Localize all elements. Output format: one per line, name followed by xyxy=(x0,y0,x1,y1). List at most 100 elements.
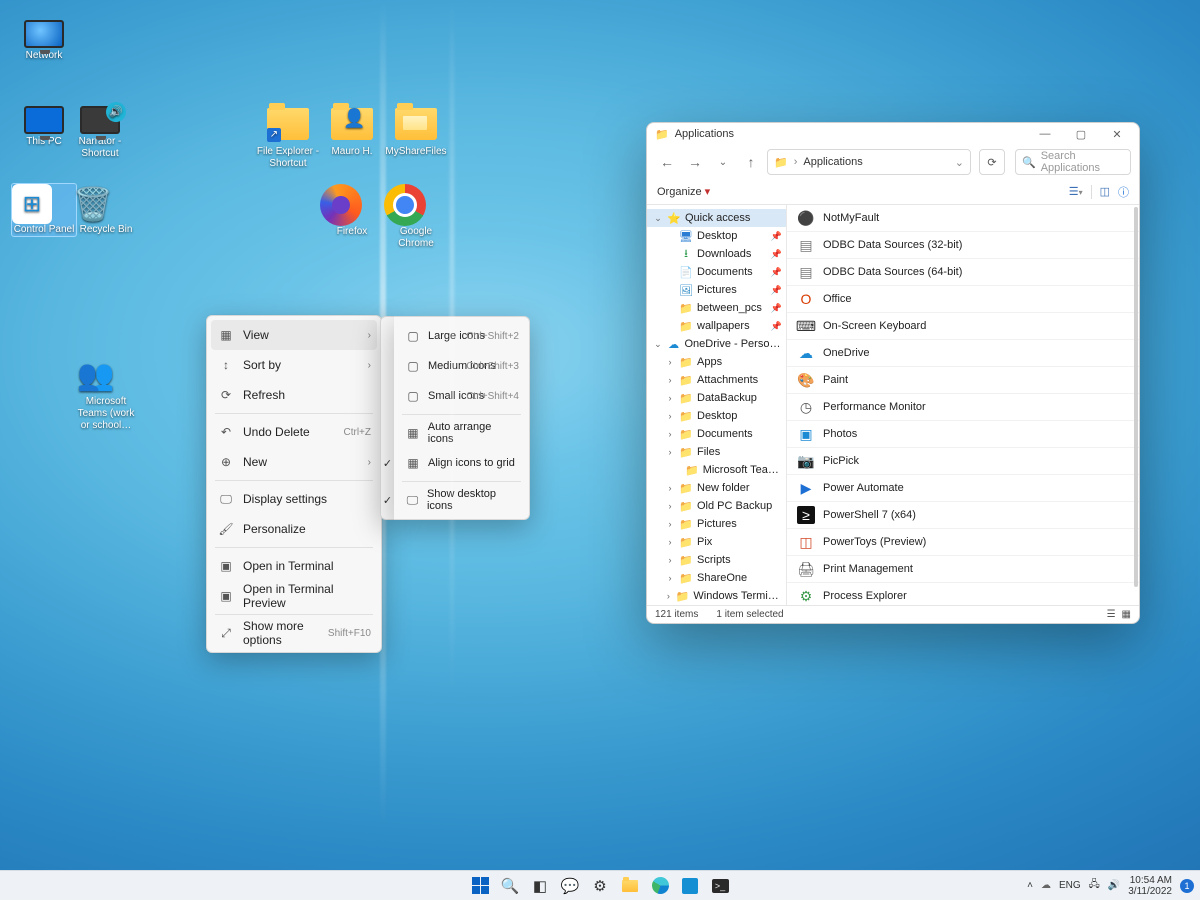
up-button[interactable]: ↑ xyxy=(739,150,763,174)
desktop-icon-this-pc[interactable]: This PC xyxy=(12,100,76,148)
app-powershell-7-x64-[interactable]: ≥PowerShell 7 (x64) xyxy=(787,502,1139,529)
desktop-icon-recycle-bin[interactable]: 🗑️Recycle Bin xyxy=(74,184,138,236)
expand-icon[interactable]: ⌄ xyxy=(653,339,663,350)
nav-scripts[interactable]: ›📁Scripts xyxy=(647,551,786,569)
minimize-button[interactable]: — xyxy=(1027,123,1063,145)
nav-microsoft-teams-chat-files[interactable]: 📁Microsoft Teams Chat Files xyxy=(647,461,786,479)
back-button[interactable]: ← xyxy=(655,150,679,174)
ctx-refresh[interactable]: ⟳Refresh xyxy=(207,380,381,410)
app-powertoys-preview-[interactable]: ◫PowerToys (Preview) xyxy=(787,529,1139,556)
nav-quick-access[interactable]: ⌄⭐Quick access xyxy=(647,209,786,227)
onedrive-tray-icon[interactable]: ☁ xyxy=(1041,880,1051,891)
taskbar[interactable]: 🔍 ◧ 💬 ⚙ >_ ˄ ☁ ENG 🖧 🔊 10:54 AM 3/11/202… xyxy=(0,870,1200,900)
nav-onedrive-personal[interactable]: ⌄☁OneDrive - Personal xyxy=(647,335,786,353)
clock[interactable]: 10:54 AM 3/11/2022 xyxy=(1128,875,1172,897)
submenu-auto-arrange-icons[interactable]: ▦Auto arrange icons xyxy=(394,418,529,448)
details-view-button[interactable]: ☰ xyxy=(1107,609,1116,620)
file-explorer-window[interactable]: 📁 Applications — ▢ ✕ ← → ⌄ ↑ 📁 › Applica… xyxy=(646,122,1140,624)
organize-button[interactable]: Organize▾ xyxy=(657,185,710,198)
ctx-display-settings[interactable]: 🖵Display settings xyxy=(207,484,381,514)
nav-files[interactable]: ›📁Files xyxy=(647,443,786,461)
search-button[interactable]: 🔍 xyxy=(499,875,521,897)
app-performance-monitor[interactable]: ◷Performance Monitor xyxy=(787,394,1139,421)
app-process-explorer[interactable]: ⚙Process Explorer xyxy=(787,583,1139,605)
settings-button[interactable]: ⚙ xyxy=(589,875,611,897)
language-indicator[interactable]: ENG xyxy=(1059,880,1081,891)
desktop-icon-mauro-h-[interactable]: Mauro H. xyxy=(320,100,384,158)
ctx-personalize[interactable]: 🖌Personalize xyxy=(207,514,381,544)
window-titlebar[interactable]: 📁 Applications — ▢ ✕ xyxy=(647,123,1139,145)
submenu-small-icons[interactable]: ▢Small iconsCtrl+Shift+4 xyxy=(394,381,529,411)
nav-documents[interactable]: ›📁Documents xyxy=(647,425,786,443)
ctx-open-in-terminal-preview[interactable]: ▣Open in Terminal Preview xyxy=(207,581,381,611)
expand-icon[interactable]: › xyxy=(665,429,675,439)
nav-downloads[interactable]: ⭳Downloads📌 xyxy=(647,245,786,263)
scrollbar-thumb[interactable] xyxy=(1134,207,1138,587)
ctx-new[interactable]: ⊕New› xyxy=(207,447,381,477)
desktop-icon-mysharefiles[interactable]: MyShareFiles xyxy=(384,100,448,158)
app-odbc-data-sources-64-bit-[interactable]: ▤ODBC Data Sources (64-bit) xyxy=(787,259,1139,286)
volume-tray-icon[interactable]: 🔊 xyxy=(1108,880,1120,891)
view-list-button[interactable]: ☰▾ xyxy=(1069,185,1083,198)
notification-badge[interactable]: 1 xyxy=(1180,879,1194,893)
submenu-medium-icons[interactable]: ▢Medium iconsCtrl+Shift+3 xyxy=(394,351,529,381)
nav-old-pc-backup[interactable]: ›📁Old PC Backup xyxy=(647,497,786,515)
nav-documents[interactable]: 📄Documents📌 xyxy=(647,263,786,281)
desktop-icon-narrator-shortcut[interactable]: 🔊Narrator - Shortcut xyxy=(68,100,132,160)
address-bar[interactable]: 📁 › Applications ⌄ xyxy=(767,149,971,175)
submenu-align-icons-to-grid[interactable]: ▦Align icons to grid xyxy=(394,448,529,478)
desktop-icon-microsoft-teams-work-or-school-[interactable]: 👥Microsoft Teams (work or school… xyxy=(74,356,138,432)
expand-icon[interactable]: › xyxy=(665,483,675,493)
search-input[interactable]: 🔍 Search Applications xyxy=(1015,149,1131,175)
file-explorer-button[interactable] xyxy=(619,875,641,897)
expand-icon[interactable]: › xyxy=(665,357,675,367)
expand-icon[interactable]: › xyxy=(665,555,675,565)
desktop-icon-google-chrome[interactable]: Google Chrome xyxy=(384,184,448,250)
recent-dropdown[interactable]: ⌄ xyxy=(711,150,735,174)
app-paint[interactable]: 🎨Paint xyxy=(787,367,1139,394)
ctx-show-more-options[interactable]: ⤢Show more optionsShift+F10 xyxy=(207,618,381,648)
app-photos[interactable]: ▣Photos xyxy=(787,421,1139,448)
thumbnails-view-button[interactable]: ▦ xyxy=(1122,609,1131,620)
expand-icon[interactable]: › xyxy=(665,411,675,421)
expand-icon[interactable]: › xyxy=(665,519,675,529)
desktop-icon-file-explorer-shortcut[interactable]: File Explorer - Shortcut xyxy=(256,100,320,170)
nav-pix[interactable]: ›📁Pix xyxy=(647,533,786,551)
nav-attachments[interactable]: ›📁Attachments xyxy=(647,371,786,389)
forward-button[interactable]: → xyxy=(683,150,707,174)
expand-icon[interactable]: › xyxy=(665,501,675,511)
app-onedrive[interactable]: ☁OneDrive xyxy=(787,340,1139,367)
view-submenu[interactable]: ✓✓ ▢Large iconsCtrl+Shift+2▢Medium icons… xyxy=(380,316,530,520)
app-power-automate[interactable]: ▶Power Automate xyxy=(787,475,1139,502)
ctx-undo-delete[interactable]: ↶Undo DeleteCtrl+Z xyxy=(207,417,381,447)
submenu-large-icons[interactable]: ▢Large iconsCtrl+Shift+2 xyxy=(394,321,529,351)
app-on-screen-keyboard[interactable]: ⌨On-Screen Keyboard xyxy=(787,313,1139,340)
expand-icon[interactable]: › xyxy=(665,447,675,457)
ctx-view[interactable]: ▦View› xyxy=(211,320,377,350)
desktop-icon-network[interactable]: Network xyxy=(12,14,76,62)
terminal-button[interactable]: >_ xyxy=(709,875,731,897)
app-office[interactable]: OOffice xyxy=(787,286,1139,313)
app-picpick[interactable]: 📷PicPick xyxy=(787,448,1139,475)
expand-icon[interactable]: › xyxy=(665,573,675,583)
task-view-button[interactable]: ◧ xyxy=(529,875,551,897)
desktop-icon-firefox[interactable]: Firefox xyxy=(320,184,384,238)
preview-pane-button[interactable]: ◫ xyxy=(1100,185,1110,198)
nav-desktop[interactable]: ›📁Desktop xyxy=(647,407,786,425)
app-notmyfault[interactable]: ⚫NotMyFault xyxy=(787,205,1139,232)
navigation-pane[interactable]: ⌄⭐Quick access🖥Desktop📌⭳Downloads📌📄Docum… xyxy=(647,205,787,605)
nav-new-folder[interactable]: ›📁New folder xyxy=(647,479,786,497)
nav-pictures[interactable]: ›📁Pictures xyxy=(647,515,786,533)
tray-overflow-button[interactable]: ˄ xyxy=(1027,880,1033,891)
expand-icon[interactable]: › xyxy=(665,537,675,547)
nav-between-pcs[interactable]: 📁between_pcs📌 xyxy=(647,299,786,317)
submenu-show-desktop-icons[interactable]: 🖵Show desktop icons xyxy=(394,485,529,515)
expand-icon[interactable]: › xyxy=(665,591,672,601)
nav-pictures[interactable]: 🖼Pictures📌 xyxy=(647,281,786,299)
chevron-down-icon[interactable]: ⌄ xyxy=(955,156,964,169)
app-odbc-data-sources-32-bit-[interactable]: ▤ODBC Data Sources (32-bit) xyxy=(787,232,1139,259)
close-button[interactable]: ✕ xyxy=(1099,123,1135,145)
network-tray-icon[interactable]: 🖧 xyxy=(1089,877,1100,894)
file-list[interactable]: ⚫NotMyFault▤ODBC Data Sources (32-bit)▤O… xyxy=(787,205,1139,605)
maximize-button[interactable]: ▢ xyxy=(1063,123,1099,145)
